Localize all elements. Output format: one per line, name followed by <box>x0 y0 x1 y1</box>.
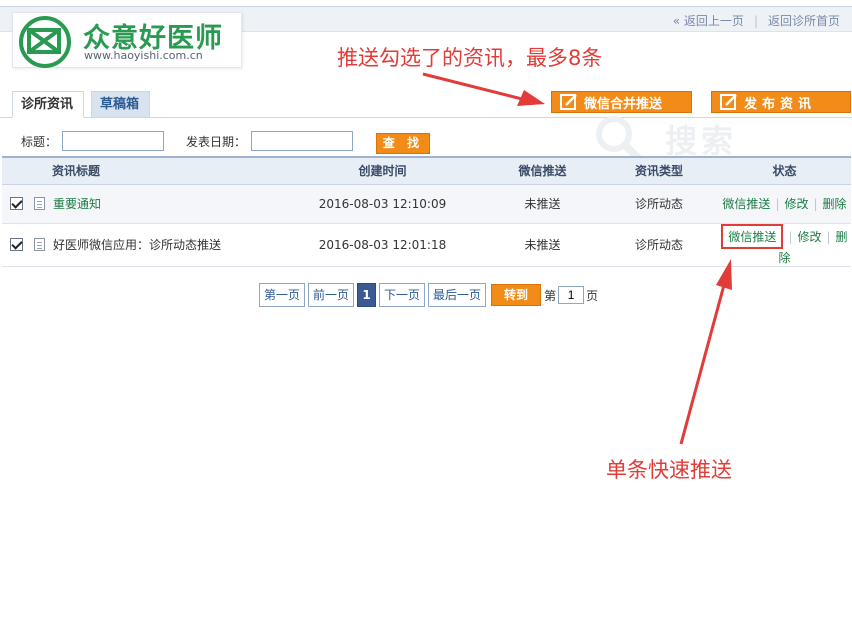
edit-link[interactable]: 修改 <box>784 197 808 211</box>
tab-drafts[interactable]: 草稿箱 <box>91 91 150 118</box>
header-created[interactable]: 创建时间 <box>280 156 485 185</box>
row-checkbox[interactable] <box>9 237 23 251</box>
action-separator: | <box>775 197 780 211</box>
top-links-separator: | <box>753 14 758 28</box>
prev-page-button[interactable]: 前一页 <box>308 283 355 307</box>
document-icon <box>34 197 45 210</box>
header-type[interactable]: 资讯类型 <box>600 156 718 185</box>
action-separator: | <box>813 197 818 211</box>
search-button[interactable]: 查 找 <box>376 133 430 154</box>
row-title[interactable]: 好医师微信应用：诊所动态推送 <box>53 238 221 252</box>
logo: 众意好医师 www.haoyishi.com.cn <box>12 12 242 68</box>
top-links: « 返回上一页 | 返回诊所首页 <box>673 12 840 29</box>
row-actions: 微信推送 | 修改 | 删除 <box>718 184 851 224</box>
row-checkbox[interactable] <box>9 196 23 210</box>
row-created: 2016-08-03 12:10:09 <box>280 184 485 224</box>
next-page-button[interactable]: 下一页 <box>379 283 426 307</box>
header-select <box>2 156 30 185</box>
action-separator: | <box>788 229 793 244</box>
row-title-link[interactable]: 重要通知 <box>53 197 101 211</box>
row-actions: 微信推送 | 修改 | 删除 <box>718 223 851 267</box>
action-separator: | <box>826 229 831 244</box>
table-row: 好医师微信应用：诊所动态推送 2016-08-03 12:01:18 未推送 诊… <box>2 223 851 267</box>
page: « 返回上一页 | 返回诊所首页 众意好医师 www.haoyishi.com.cn… <box>0 0 852 632</box>
logo-url: www.haoyishi.com.cn <box>84 49 203 62</box>
row-created: 2016-08-03 12:01:18 <box>280 223 485 267</box>
first-page-button[interactable]: 第一页 <box>259 283 306 307</box>
table-header-row: 资讯标题 创建时间 微信推送 资讯类型 状态 <box>2 156 851 185</box>
tab-bar: 诊所资讯 草稿箱 <box>0 91 852 118</box>
annotation-merge-push: 推送勾选了的资讯，最多8条 <box>337 46 603 70</box>
date-filter-label: 发表日期： <box>186 135 247 149</box>
pagination: 第一页 前一页 1 下一页 最后一页 转到 第 页 <box>259 283 598 307</box>
delete-link[interactable]: 删除 <box>823 197 847 211</box>
annotation-single-push: 单条快速推送 <box>606 458 732 482</box>
envelope-logo-icon <box>19 16 71 68</box>
page-prefix: 第 <box>544 288 557 303</box>
highlight-box: 微信推送 <box>721 223 784 249</box>
title-filter-label: 标题： <box>21 135 58 149</box>
date-filter-input[interactable] <box>251 131 353 151</box>
edit-link[interactable]: 修改 <box>797 230 821 244</box>
header-status: 状态 <box>718 156 851 185</box>
clinic-home-link[interactable]: 返回诊所首页 <box>768 14 840 28</box>
current-page[interactable]: 1 <box>357 283 377 307</box>
document-icon <box>34 238 45 251</box>
news-table: 资讯标题 创建时间 微信推送 资讯类型 状态 重要通知 2016-08-03 1… <box>2 156 851 267</box>
page-suffix: 页 <box>586 288 599 303</box>
search-bar: 标题： 发表日期： 查 找 <box>0 119 852 156</box>
row-push-status: 未推送 <box>485 184 600 224</box>
tab-clinic-news[interactable]: 诊所资讯 <box>12 91 84 118</box>
row-type: 诊所动态 <box>600 223 718 267</box>
row-type: 诊所动态 <box>600 184 718 224</box>
back-link[interactable]: « 返回上一页 <box>673 14 744 28</box>
wechat-push-link[interactable]: 微信推送 <box>728 230 776 244</box>
arrow-to-push-link <box>679 259 732 445</box>
row-push-status: 未推送 <box>485 223 600 267</box>
title-filter-input[interactable] <box>62 131 164 151</box>
table-row: 重要通知 2016-08-03 12:10:09 未推送 诊所动态 微信推送 | 修… <box>2 184 851 224</box>
page-number-input[interactable] <box>558 286 585 304</box>
wechat-push-link[interactable]: 微信推送 <box>722 197 770 211</box>
go-to-page-button[interactable]: 转到 <box>491 284 542 306</box>
header-wechat-push[interactable]: 微信推送 <box>485 156 600 185</box>
last-page-button[interactable]: 最后一页 <box>428 283 487 307</box>
header-title[interactable]: 资讯标题 <box>30 156 280 185</box>
